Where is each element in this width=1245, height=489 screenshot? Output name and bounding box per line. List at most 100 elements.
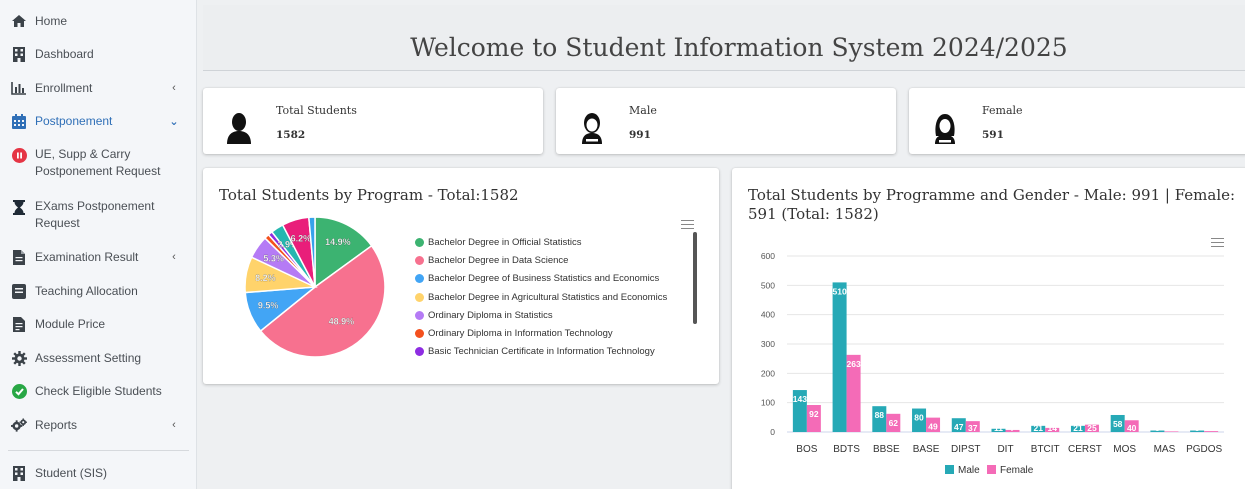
- nav-home[interactable]: Home: [0, 12, 197, 30]
- legend-item[interactable]: Basic Technician Certificate in Statisti…: [415, 361, 687, 366]
- bar-value-label: 14: [1047, 423, 1057, 433]
- bar-value-label: 21: [1073, 423, 1083, 433]
- nav-exams-postponement-label: EXams Postponement Request: [35, 199, 155, 230]
- stat-card-female: Female 591: [909, 88, 1245, 154]
- x-tick-label: CERST: [1068, 444, 1102, 455]
- hourglass-icon: [11, 199, 27, 215]
- x-tick-label: PGDOS: [1186, 444, 1222, 455]
- chevron-down-icon[interactable]: ⌄: [167, 115, 181, 128]
- legend-label: Ordinary Diploma in Information Technolo…: [428, 328, 613, 340]
- legend-label: Bachelor Degree in Official Statistics: [428, 236, 582, 248]
- x-tick-label: BTCIT: [1031, 444, 1060, 455]
- y-tick-label: 400: [761, 310, 775, 320]
- pie-slice-label: 14.9%: [325, 237, 351, 247]
- x-tick-label: MAS: [1154, 444, 1176, 455]
- female-user-icon: [931, 112, 959, 144]
- legend-label: Basic Technician Certificate in Informat…: [428, 346, 655, 358]
- bar-value-label: 11: [994, 423, 1003, 433]
- x-tick-label: BASE: [913, 444, 940, 455]
- nav-enrollment[interactable]: Enrollment ‹: [0, 79, 197, 97]
- legend-label[interactable]: Female: [1000, 465, 1034, 476]
- y-tick-label: 600: [761, 251, 775, 261]
- male-user-icon: [578, 112, 606, 144]
- bar-value-label: 88: [875, 410, 885, 420]
- nav-check-eligible[interactable]: Check Eligible Students: [0, 382, 197, 400]
- legend-label: Bachelor Degree in Data Science: [428, 254, 569, 266]
- nav-teaching-allocation[interactable]: Teaching Allocation: [0, 282, 197, 300]
- nav-exams-postponement[interactable]: EXams Postponement Request: [0, 198, 197, 234]
- nav-student-sis-label: Student (SIS): [35, 466, 108, 480]
- pie-slice-label: 9.5%: [258, 301, 279, 311]
- bar-value-label: 7: [1010, 423, 1015, 433]
- nav-examination-result-label: Examination Result: [35, 250, 139, 264]
- x-tick-label: DIPST: [951, 444, 980, 455]
- gender-bar-card: Total Students by Programme and Gender -…: [732, 168, 1245, 489]
- page-header: Welcome to Student Information System 20…: [203, 5, 1245, 71]
- legend-item[interactable]: Bachelor Degree in Agricultural Statisti…: [415, 288, 687, 306]
- nav-examination-result[interactable]: Examination Result ‹: [0, 248, 197, 266]
- bar-value-label: 49: [928, 422, 938, 432]
- y-tick-label: 0: [770, 427, 775, 437]
- legend-marker: [415, 274, 424, 284]
- bar-chart-icon: [11, 80, 27, 96]
- legend-item[interactable]: Bachelor Degree of Business Statistics a…: [415, 270, 687, 288]
- legend-label: Bachelor Degree in Agricultural Statisti…: [428, 291, 668, 303]
- gear-icon: [11, 350, 27, 366]
- legend-marker: [945, 465, 954, 474]
- file-icon: [11, 249, 27, 265]
- bar-value-label: 80: [914, 413, 924, 423]
- legend-item[interactable]: Bachelor Degree in Official Statistics: [415, 233, 687, 251]
- page-title: Welcome to Student Information System 20…: [410, 33, 1068, 62]
- nav-module-price[interactable]: Module Price: [0, 315, 197, 333]
- stat-value: 591: [982, 129, 1004, 141]
- user-icon: [225, 112, 253, 144]
- legend-item[interactable]: Ordinary Diploma in Statistics: [415, 306, 687, 324]
- pie-legend: Bachelor Degree in Official Statistics Ba…: [415, 233, 687, 365]
- chevron-left-icon[interactable]: ‹: [167, 419, 181, 431]
- legend-item[interactable]: Ordinary Diploma in Information Technolo…: [415, 324, 687, 342]
- y-tick-label: 300: [761, 339, 775, 349]
- legend-item[interactable]: Bachelor Degree in Data Science: [415, 251, 687, 269]
- nav-assessment-setting[interactable]: Assessment Setting: [0, 349, 197, 367]
- building-icon: [11, 465, 27, 481]
- legend-label: Bachelor Degree of Business Statistics a…: [428, 273, 660, 285]
- stat-value: 991: [629, 129, 651, 141]
- pie-slice-label: 5.3%: [263, 253, 284, 263]
- legend-marker: [415, 292, 424, 302]
- nav-enrollment-label: Enrollment: [35, 81, 93, 95]
- nav-ue-supp-carry[interactable]: UE, Supp & Carry Postponement Request: [0, 146, 197, 182]
- x-tick-label: BBSE: [873, 444, 900, 455]
- nav-assessment-setting-label: Assessment Setting: [35, 351, 142, 365]
- y-tick-label: 500: [761, 280, 775, 290]
- legend-marker: [415, 255, 424, 265]
- bar-value-label: 40: [1127, 423, 1137, 433]
- sidebar: Home Dashboard Enrollment ‹ Postponement…: [0, 0, 197, 489]
- bar-value-label: 143: [793, 394, 807, 404]
- bar-value-label: 5: [1155, 423, 1160, 433]
- legend-marker: [415, 329, 424, 339]
- bar-value-label: 58: [1113, 419, 1123, 429]
- nav-postponement[interactable]: Postponement ⌄: [0, 112, 197, 130]
- bar-value-label: 37: [968, 423, 978, 433]
- nav-student-sis[interactable]: Student (SIS): [0, 464, 197, 482]
- chart-menu-icon[interactable]: [681, 220, 694, 229]
- legend-item[interactable]: Basic Technician Certificate in Informat…: [415, 343, 687, 361]
- chevron-left-icon[interactable]: ‹: [167, 82, 181, 94]
- nav-module-price-label: Module Price: [35, 317, 106, 331]
- nav-home-label: Home: [35, 14, 68, 28]
- legend-scrollbar[interactable]: [693, 232, 697, 324]
- bar-chart: 010020030040050060014392BOS510263BDTS886…: [761, 251, 1224, 476]
- nav-dashboard[interactable]: Dashboard: [0, 45, 197, 63]
- program-pie-card: Total Students by Program - Total:1582 1…: [203, 168, 719, 384]
- bar-value-label: 5: [1195, 423, 1200, 433]
- bar-value-label: 62: [889, 418, 899, 428]
- bar-value-label: 3: [1209, 423, 1214, 433]
- legend-marker: [987, 465, 996, 474]
- legend-label[interactable]: Male: [958, 465, 980, 476]
- pause-circle-icon: [11, 147, 27, 163]
- legend-marker: [415, 237, 424, 247]
- x-tick-label: MOS: [1113, 444, 1136, 455]
- nav-reports[interactable]: Reports ‹: [0, 416, 197, 434]
- chevron-left-icon[interactable]: ‹: [167, 251, 181, 263]
- bar-male[interactable]: [832, 282, 847, 432]
